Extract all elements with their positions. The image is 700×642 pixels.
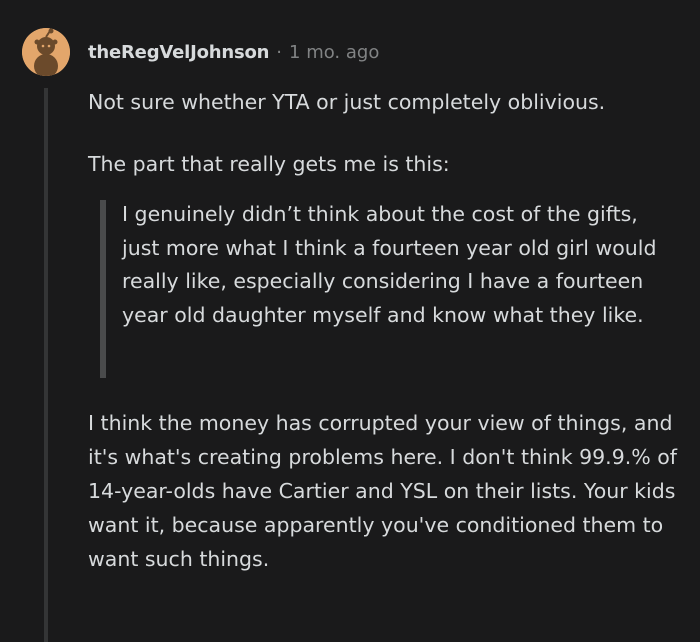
comment-paragraph-3: I think the money has corrupted your vie… (88, 411, 678, 571)
comment-author[interactable]: theRegVelJohnson (88, 42, 269, 63)
comment-header: theRegVelJohnson · 1 mo. ago (22, 28, 379, 76)
avatar[interactable] (22, 28, 70, 76)
comment: theRegVelJohnson · 1 mo. ago Not sure wh… (0, 0, 700, 642)
snoo-avatar-icon (22, 28, 70, 76)
blockquote: I genuinely didn’t think about the cost … (100, 198, 675, 380)
comment-timestamp[interactable]: 1 mo. ago (289, 42, 379, 63)
blockquote-text: I genuinely didn’t think about the cost … (122, 202, 657, 327)
thread-line[interactable] (44, 88, 48, 642)
comment-paragraph-1: Not sure whether YTA or just completely … (88, 90, 606, 114)
meta-separator: · (276, 41, 283, 63)
comment-paragraph-2: The part that really gets me is this: (88, 152, 450, 176)
blockquote-bar (100, 200, 106, 378)
